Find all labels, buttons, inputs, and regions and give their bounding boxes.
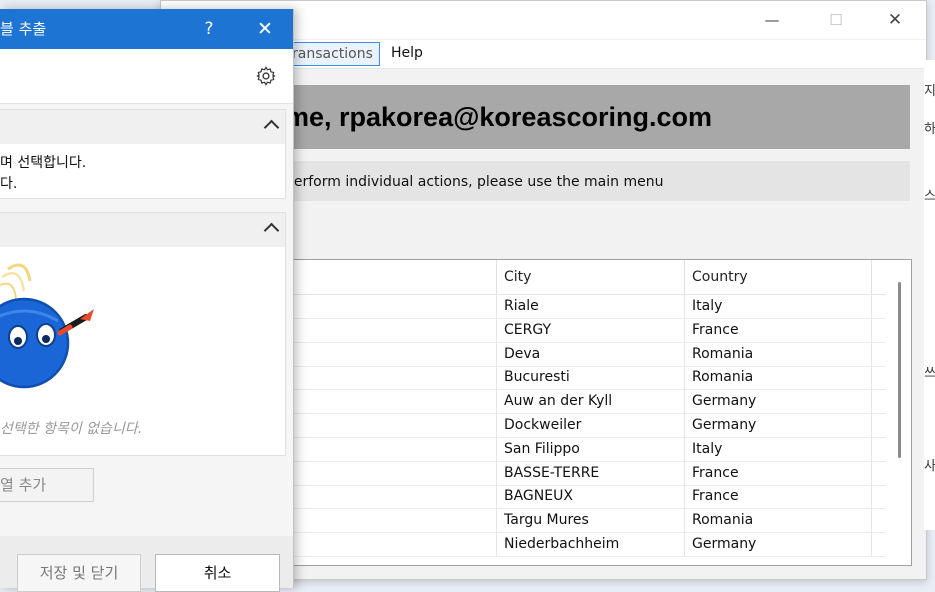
cell-country[interactable]: France <box>684 460 872 485</box>
gear-icon[interactable] <box>255 65 277 87</box>
table-row[interactable]: Deva Romania <box>286 341 886 367</box>
cell-city[interactable]: BAGNEUX <box>496 484 684 509</box>
grid-header: City Country <box>286 260 886 295</box>
background-text: 사 <box>924 459 935 474</box>
dialog-titlebar: 블 추출 ? ✕ <box>0 9 293 49</box>
cell-city[interactable]: San Filippo <box>496 436 684 461</box>
dialog-toolbar <box>0 49 293 104</box>
column-header-country[interactable]: Country <box>684 260 872 294</box>
empty-state-message: 선택한 항목이 없습니다. <box>0 421 143 437</box>
maximize-button[interactable]: ☐ <box>807 1 865 39</box>
cell-country[interactable]: Italy <box>684 436 872 461</box>
cell-city[interactable]: CERGY <box>496 317 684 342</box>
robot-mascot-icon <box>0 263 94 389</box>
table-row[interactable]: Niederbachheim Germany <box>286 532 886 557</box>
table-row[interactable]: Dockweiler Germany <box>286 413 886 438</box>
table-row[interactable]: BAGNEUX France <box>286 484 886 510</box>
minimize-button[interactable]: — <box>743 1 801 39</box>
cell-country[interactable]: France <box>684 484 872 509</box>
close-button[interactable]: ✕ <box>866 1 924 39</box>
table-row[interactable]: San Filippo Italy <box>286 436 886 462</box>
cell-city[interactable]: Deva <box>496 341 684 366</box>
section-header[interactable] <box>0 110 285 144</box>
column-header-city[interactable]: City <box>496 260 684 294</box>
cell-country[interactable]: Romania <box>684 508 872 533</box>
cell-country[interactable]: Germany <box>684 532 872 556</box>
cell-city[interactable]: Dockweiler <box>496 413 684 437</box>
dialog-title: 블 추출 <box>0 20 47 38</box>
table-row[interactable]: BASSE-TERRE France <box>286 460 886 486</box>
background-text: 지 <box>924 84 935 99</box>
info-text: perform individual actions, please use t… <box>285 161 910 201</box>
chevron-up-icon[interactable] <box>263 119 280 136</box>
customer-grid[interactable]: City Country Riale Italy CERGY France Deva Ro… <box>285 259 912 566</box>
background-text: 하 <box>924 122 935 137</box>
cell-city[interactable]: BASSE-TERRE <box>496 460 684 485</box>
columns-section: 선택한 항목이 없습니다. <box>0 212 286 456</box>
section-description: 다. <box>0 176 18 192</box>
dialog-footer: 저장 및 닫기 취소 <box>0 536 293 592</box>
cell-country[interactable]: Germany <box>684 389 872 414</box>
table-row[interactable]: Auw an der Kyll Germany <box>286 389 886 415</box>
welcome-banner: me, rpakorea@koreascoring.com <box>285 85 910 149</box>
background-text: 쓰 <box>924 366 935 381</box>
table-row[interactable]: Targu Mures Romania <box>286 508 886 534</box>
close-icon[interactable]: ✕ <box>252 9 278 49</box>
menu-item-help[interactable]: Help <box>385 42 429 64</box>
cancel-button[interactable]: 취소 <box>155 554 280 592</box>
cell-city[interactable]: Bucuresti <box>496 365 684 390</box>
cell-country[interactable]: Romania <box>684 341 872 366</box>
background-text: 스 <box>924 189 935 204</box>
add-column-button[interactable]: 열 추가 <box>0 468 94 502</box>
cell-city[interactable]: Auw an der Kyll <box>496 389 684 414</box>
extract-table-dialog: 블 추출 ? ✕ 며 선택합니다. 다. 선택한 항목이 없습니다. 열 추가 … <box>0 9 294 592</box>
cell-city[interactable]: Targu Mures <box>496 508 684 533</box>
grid-scrollbar[interactable] <box>898 282 901 458</box>
cell-country[interactable]: France <box>684 317 872 342</box>
table-row[interactable]: Riale Italy <box>286 294 886 319</box>
section-header[interactable] <box>0 213 285 247</box>
chevron-up-icon[interactable] <box>263 222 280 239</box>
table-row[interactable]: Bucuresti Romania <box>286 365 886 391</box>
table-row[interactable]: CERGY France <box>286 317 886 343</box>
cell-city[interactable]: Niederbachheim <box>496 532 684 556</box>
menu-item-transactions[interactable]: ransactions <box>285 42 380 66</box>
cell-country[interactable]: Romania <box>684 365 872 390</box>
cell-country[interactable]: Germany <box>684 413 872 437</box>
selection-section: 며 선택합니다. 다. <box>0 109 286 199</box>
section-description: 며 선택합니다. <box>0 155 87 171</box>
cell-country[interactable]: Italy <box>684 294 872 318</box>
help-icon[interactable]: ? <box>196 9 222 49</box>
cell-city[interactable]: Riale <box>496 294 684 318</box>
save-and-close-button[interactable]: 저장 및 닫기 <box>17 554 141 592</box>
